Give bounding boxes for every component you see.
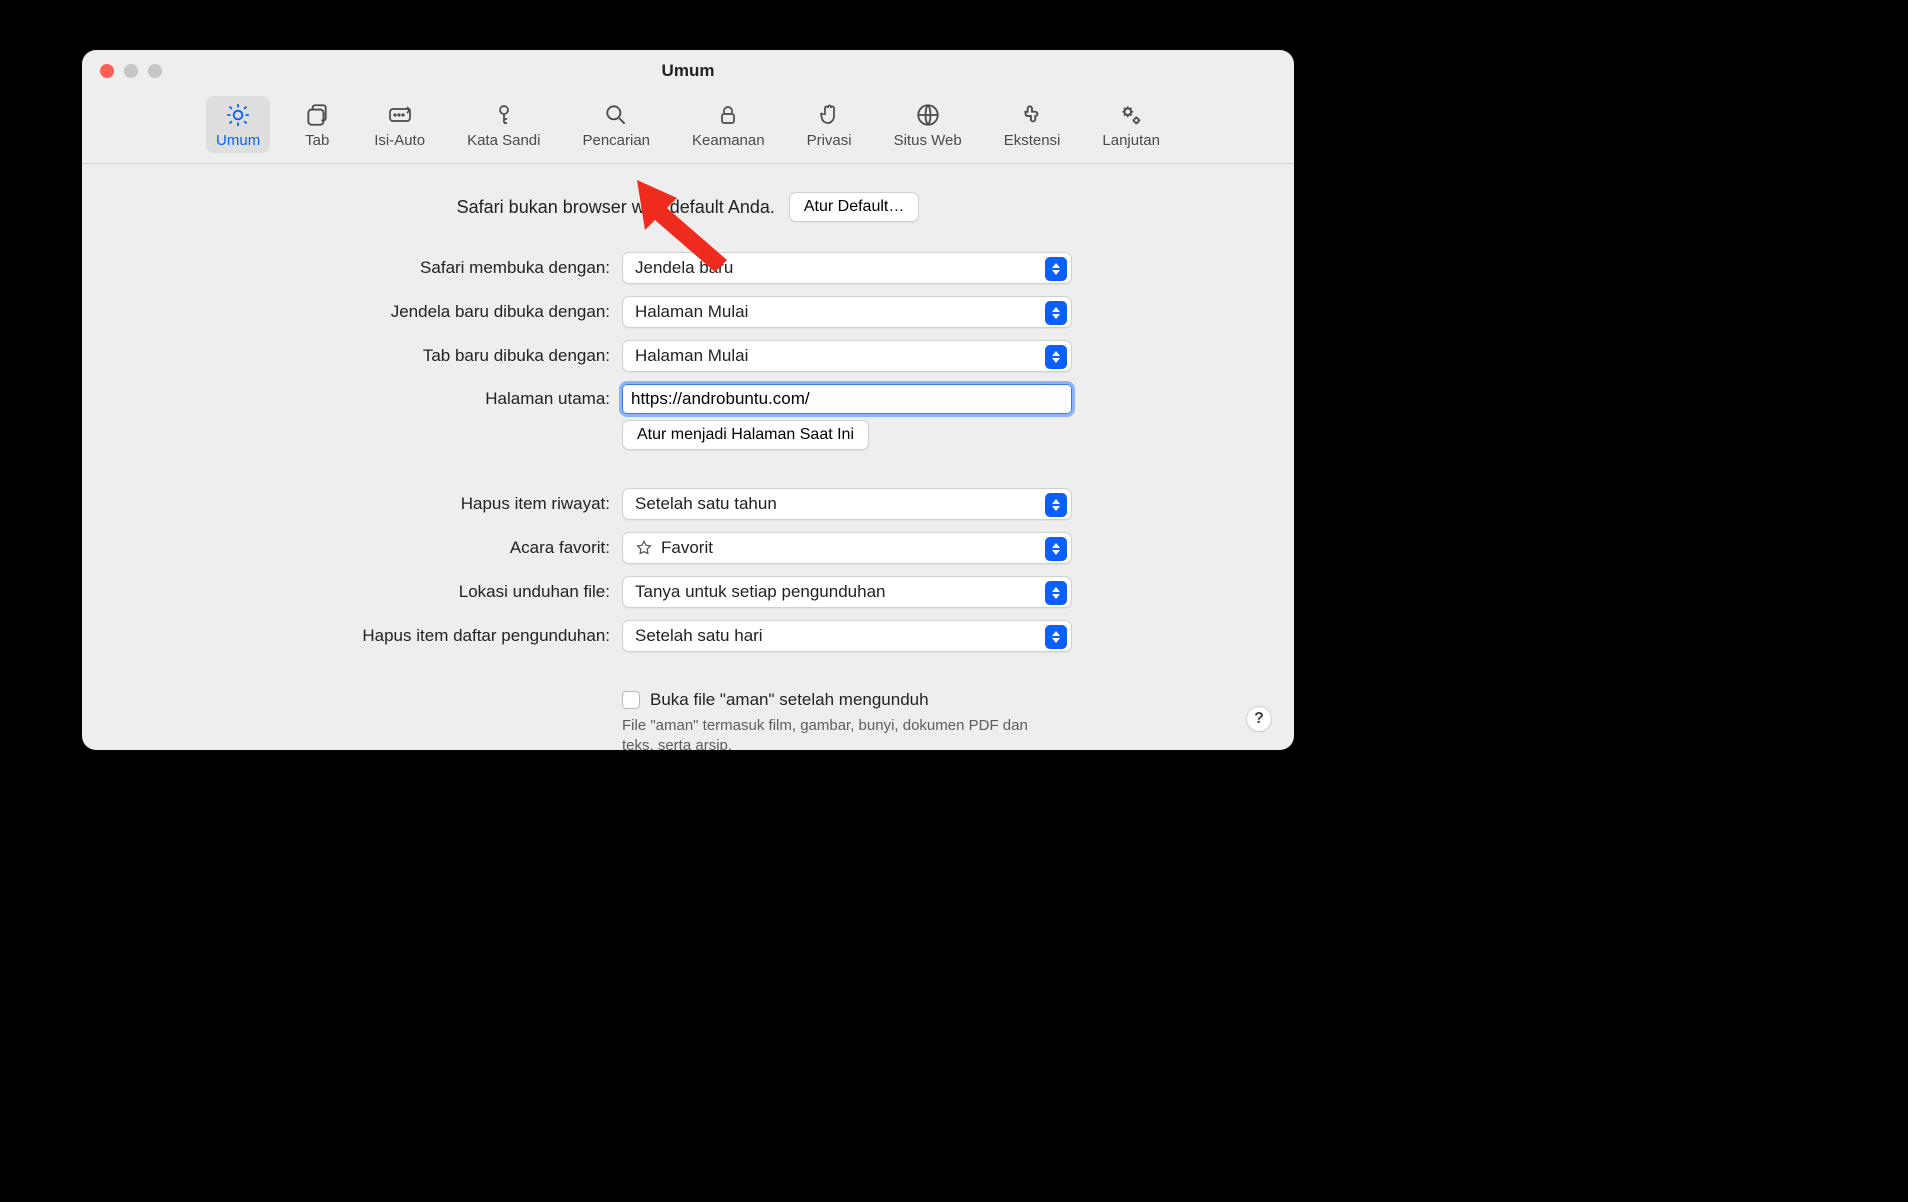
autofill-icon <box>385 102 415 128</box>
tab-pencarian[interactable]: Pencarian <box>572 96 660 153</box>
chevron-updown-icon <box>1045 581 1067 605</box>
label-new-window: Jendela baru dibuka dengan: <box>112 302 622 322</box>
chevron-updown-icon <box>1045 625 1067 649</box>
tab-label: Lanjutan <box>1102 132 1160 149</box>
homepage-input[interactable] <box>622 384 1072 414</box>
label-fav-event: Acara favorit: <box>112 538 622 558</box>
tab-keamanan[interactable]: Keamanan <box>682 96 775 153</box>
tab-kata-sandi[interactable]: Kata Sandi <box>457 96 550 153</box>
chevron-updown-icon <box>1045 493 1067 517</box>
set-default-button[interactable]: Atur Default… <box>789 192 919 222</box>
label-opens-with: Safari membuka dengan: <box>112 258 622 278</box>
preferences-toolbar: Umum Tab Isi-Auto Kata Sandi Pencarian <box>82 92 1294 164</box>
chevron-updown-icon <box>1045 537 1067 561</box>
default-browser-banner: Safari bukan browser web default Anda. <box>457 197 775 218</box>
select-value: Tanya untuk setiap pengunduhan <box>635 582 885 602</box>
chevron-updown-icon <box>1045 301 1067 325</box>
tab-label: Kata Sandi <box>467 132 540 149</box>
select-value: Setelah satu tahun <box>635 494 777 514</box>
select-favorites[interactable]: Favorit <box>622 532 1072 564</box>
select-opens-with[interactable]: Jendela baru <box>622 252 1072 284</box>
label-new-tab: Tab baru dibuka dengan: <box>112 346 622 366</box>
tab-label: Ekstensi <box>1004 132 1061 149</box>
label-homepage: Halaman utama: <box>112 389 622 409</box>
search-icon <box>601 102 631 128</box>
open-safe-files-checkbox[interactable] <box>622 691 640 709</box>
select-download-clear[interactable]: Setelah satu hari <box>622 620 1072 652</box>
tab-label: Pencarian <box>582 132 650 149</box>
tab-umum[interactable]: Umum <box>206 96 270 153</box>
tab-label: Isi-Auto <box>374 132 425 149</box>
tab-lanjutan[interactable]: Lanjutan <box>1092 96 1170 153</box>
tab-privasi[interactable]: Privasi <box>797 96 862 153</box>
select-history[interactable]: Setelah satu tahun <box>622 488 1072 520</box>
tab-label: Privasi <box>807 132 852 149</box>
help-glyph: ? <box>1254 710 1264 728</box>
tab-label: Keamanan <box>692 132 765 149</box>
select-value: Favorit <box>661 538 713 558</box>
tab-isi-auto[interactable]: Isi-Auto <box>364 96 435 153</box>
window-title: Umum <box>82 61 1294 81</box>
select-value: Halaman Mulai <box>635 302 748 322</box>
tab-situs-web[interactable]: Situs Web <box>884 96 972 153</box>
tabs-icon <box>302 102 332 128</box>
select-new-window[interactable]: Halaman Mulai <box>622 296 1072 328</box>
open-safe-files-label: Buka file "aman" setelah mengunduh <box>650 690 929 710</box>
content-area: Safari bukan browser web default Anda. A… <box>82 164 1294 750</box>
select-value: Setelah satu hari <box>635 626 763 646</box>
tab-tab[interactable]: Tab <box>292 96 342 153</box>
tab-label: Umum <box>216 132 260 149</box>
open-safe-files-description: File "aman" termasuk film, gambar, bunyi… <box>622 716 1042 750</box>
preferences-window: Umum Umum Tab Isi-Auto Kata Sandi <box>82 50 1294 750</box>
gears-icon <box>1116 102 1146 128</box>
key-icon <box>489 102 519 128</box>
star-icon <box>635 539 653 557</box>
tab-label: Situs Web <box>894 132 962 149</box>
select-value: Halaman Mulai <box>635 346 748 366</box>
globe-icon <box>913 102 943 128</box>
select-value: Jendela baru <box>635 258 733 278</box>
puzzle-icon <box>1017 102 1047 128</box>
label-download-loc: Lokasi unduhan file: <box>112 582 622 602</box>
hand-icon <box>814 102 844 128</box>
tab-ekstensi[interactable]: Ekstensi <box>994 96 1071 153</box>
chevron-updown-icon <box>1045 257 1067 281</box>
help-button[interactable]: ? <box>1246 706 1272 732</box>
label-download-clear: Hapus item daftar pengunduhan: <box>112 626 622 646</box>
label-history: Hapus item riwayat: <box>112 494 622 514</box>
lock-icon <box>713 102 743 128</box>
select-download-location[interactable]: Tanya untuk setiap pengunduhan <box>622 576 1072 608</box>
gear-icon <box>223 102 253 128</box>
select-new-tab[interactable]: Halaman Mulai <box>622 340 1072 372</box>
titlebar: Umum <box>82 50 1294 92</box>
chevron-updown-icon <box>1045 345 1067 369</box>
tab-label: Tab <box>305 132 329 149</box>
set-current-page-button[interactable]: Atur menjadi Halaman Saat Ini <box>622 420 869 450</box>
